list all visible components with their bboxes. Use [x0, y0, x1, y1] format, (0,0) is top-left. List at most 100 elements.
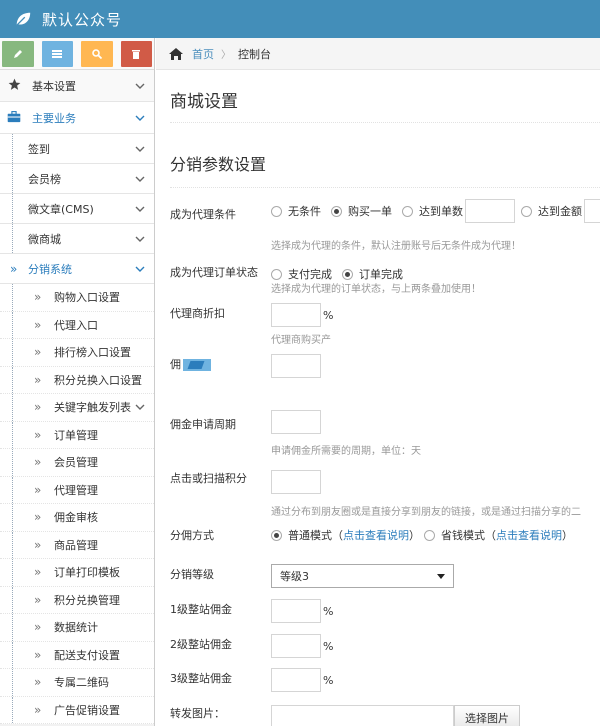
sidebar-item-basic-settings[interactable]: 基本设置 [0, 70, 154, 102]
sidebar-subitem[interactable]: 购物入口设置 [0, 284, 154, 312]
sidebar-subitem-label: 佣金审核 [54, 511, 98, 525]
pencil-icon [13, 49, 22, 58]
agent-condition-help: 选择成为代理的条件，默认注册账号后无条件成为代理！ [271, 241, 521, 252]
chevron-right-icon: 〉 [221, 50, 231, 61]
briefcase-icon [6, 110, 22, 126]
star-icon [6, 78, 22, 94]
sidebar-subitem[interactable]: 代理管理 [0, 476, 154, 504]
level3-commission-input[interactable] [271, 668, 321, 692]
agent-condition-option-order-count[interactable]: 达到单数 [402, 203, 463, 219]
distribution-level-label: 分销等级 [170, 568, 214, 581]
sidebar-subitem[interactable]: 积分兑换入口设置 [0, 366, 154, 394]
shortcut-bar [0, 38, 154, 70]
agent-condition-option-amount[interactable]: 达到金额 [521, 203, 582, 219]
commission-label: 佣 [170, 356, 211, 372]
breadcrumb-home-link[interactable]: 首页 [192, 46, 214, 62]
sidebar-item-label: 分销系统 [28, 262, 72, 276]
sidebar-subitem[interactable]: 配送支付设置 [0, 641, 154, 669]
agent-discount-label: 代理商折扣 [170, 307, 225, 320]
sidebar-subitem-label: 代理入口 [54, 318, 98, 332]
chevron-down-icon [135, 146, 145, 152]
leaf-icon [16, 12, 31, 26]
commission-period-label: 佣金申请周期 [170, 418, 236, 431]
sidebar-subitem-label: 代理管理 [54, 483, 98, 497]
level2-commission-label: 2级整站佣金 [170, 638, 232, 651]
share-image-path-input[interactable] [271, 705, 454, 726]
commission-mode-label: 分佣方式 [170, 529, 214, 542]
agent-condition-option-buy-one[interactable]: 购买一单 [331, 203, 392, 219]
distribution-level-select[interactable]: 等级3 [271, 564, 454, 588]
sidebar-subitem-label: 专属二维码 [54, 676, 109, 690]
sidebar-subitem[interactable]: 广告促销设置 [0, 696, 154, 724]
sidebar: 基本设置 主要业务 签到 会员榜 微文章(CMS) 微商城 分销系统 购物入口设… [0, 38, 155, 726]
dropdown-arrow-icon [437, 573, 445, 579]
search-shortcut-button[interactable] [81, 40, 113, 67]
breadcrumb: 首页 〉 控制台 [156, 38, 600, 70]
sidebar-subitem[interactable]: 排行榜入口设置 [0, 339, 154, 367]
chevron-down-icon [135, 115, 145, 121]
pencil-shortcut-button[interactable] [2, 40, 34, 67]
level2-commission-input[interactable] [271, 634, 321, 658]
sidebar-subitem-label: 订单管理 [54, 428, 98, 442]
see-explanation-link-2[interactable]: 点击查看说明 [496, 527, 562, 543]
sidebar-subitem[interactable]: 会员管理 [0, 449, 154, 477]
sidebar-item-label: 基本设置 [32, 79, 76, 93]
sidebar-item-label: 签到 [28, 142, 50, 156]
sidebar-subitem[interactable]: 佣金审核 [0, 504, 154, 532]
order-count-input[interactable] [465, 199, 515, 223]
sidebar-subitem[interactable]: 代理入口 [0, 311, 154, 339]
sidebar-item-label: 微文章(CMS) [28, 202, 94, 216]
sidebar-subitem[interactable]: 订单打印模板 [0, 559, 154, 587]
mode-option-save[interactable]: 省钱模式 [424, 527, 485, 543]
trash-icon [132, 49, 141, 59]
sidebar-subitem[interactable]: 专属二维码 [0, 669, 154, 697]
list-icon [52, 49, 63, 58]
trash-shortcut-button[interactable] [120, 40, 152, 67]
section-title: 分销参数设置 [170, 151, 600, 188]
sidebar-item-label: 微商城 [28, 232, 61, 246]
sidebar-subitem[interactable]: 订单管理 [0, 421, 154, 449]
percent-label: % [323, 673, 334, 687]
chevron-down-icon [135, 266, 145, 272]
agent-condition-option-none[interactable]: 无条件 [271, 203, 321, 219]
agent-discount-help: 代理商购买产 [271, 335, 331, 346]
choose-image-button[interactable]: 选择图片 [454, 705, 520, 726]
mode-option-normal[interactable]: 普通模式 [271, 527, 332, 543]
sidebar-subitem[interactable]: 积分兑换管理 [0, 586, 154, 614]
sidebar-subitem[interactable]: 数据统计 [0, 614, 154, 642]
list-shortcut-button[interactable] [41, 40, 73, 67]
sidebar-item-member-ranking[interactable]: 会员榜 [0, 164, 154, 194]
chevron-down-icon [135, 206, 145, 212]
sidebar-item-main-business[interactable]: 主要业务 [0, 102, 154, 134]
scan-points-help: 通过分布到朋友圈或是直接分享到朋友的链接，或是通过扫描分享的二 [271, 507, 581, 518]
agent-discount-input[interactable] [271, 303, 321, 327]
sidebar-item-cms[interactable]: 微文章(CMS) [0, 194, 154, 224]
sidebar-subitem-label: 数据统计 [54, 621, 98, 635]
sidebar-subitem-label: 商品管理 [54, 538, 98, 552]
amount-input[interactable] [584, 199, 600, 223]
sidebar-subitem-label: 积分兑换入口设置 [54, 373, 142, 387]
sidebar-item-sign-in[interactable]: 签到 [0, 134, 154, 164]
sidebar-item-micro-mall[interactable]: 微商城 [0, 224, 154, 254]
sidebar-item-label: 会员榜 [28, 172, 61, 186]
level1-commission-input[interactable] [271, 599, 321, 623]
sidebar-subitem-label: 排行榜入口设置 [54, 346, 131, 360]
sidebar-subitem[interactable]: 商品管理 [0, 531, 154, 559]
main-content: 首页 〉 控制台 商城设置 分销参数设置 成为代理条件 无条件 购买一单 达到单… [156, 38, 600, 726]
level3-commission-label: 3级整站佣金 [170, 672, 232, 685]
distribution-submenu: 购物入口设置代理入口排行榜入口设置积分兑换入口设置关键字触发列表订单管理会员管理… [0, 284, 154, 724]
scan-points-input[interactable] [271, 470, 321, 494]
commission-input[interactable] [271, 354, 321, 378]
percent-label: % [323, 639, 334, 653]
page-title: 商城设置 [170, 87, 600, 123]
commission-period-input[interactable] [271, 410, 321, 434]
home-icon [169, 47, 183, 60]
percent-label: % [323, 308, 334, 322]
sidebar-item-distribution[interactable]: 分销系统 [0, 254, 154, 284]
search-icon [91, 48, 102, 59]
breadcrumb-current: 控制台 [238, 47, 271, 61]
sidebar-subitem-label: 关键字触发列表 [54, 401, 131, 415]
sidebar-subitem[interactable]: 关键字触发列表 [0, 394, 154, 422]
see-explanation-link[interactable]: 点击查看说明 [343, 527, 409, 543]
sidebar-subitem-label: 积分兑换管理 [54, 593, 120, 607]
